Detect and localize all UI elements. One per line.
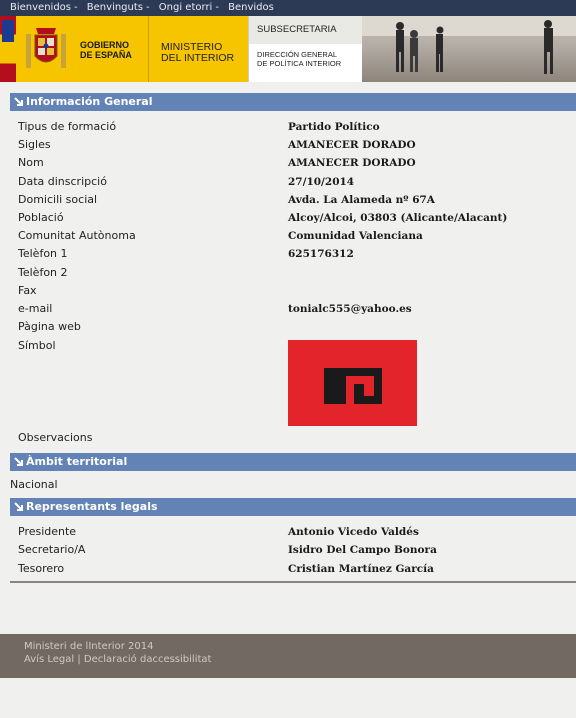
field-label: Telèfon 2 <box>18 266 68 279</box>
field-label: Tipus de formació <box>18 120 117 133</box>
direccion-line: DIRECCIÓN GENERAL <box>257 50 338 59</box>
nav-separator: - <box>146 2 150 13</box>
info-row-nom: Nom AMANECER DORADO <box>18 154 558 172</box>
rep-row-secretario: Secretario/A Isidro Del Campo Bonora <box>18 541 558 559</box>
section-title: Información General <box>26 95 153 108</box>
rep-row-presidente: Presidente Antonio Vicedo Valdés <box>18 523 558 541</box>
section-title: Àmbit territorial <box>26 455 128 468</box>
info-row-fax: Fax <box>18 282 558 300</box>
gobierno-line: DE ESPAÑA <box>80 50 132 60</box>
footer-separator: | <box>77 654 81 665</box>
field-label: Pàgina web <box>18 320 81 333</box>
info-row-telefon1: Telèfon 1 625176312 <box>18 245 558 263</box>
lang-link-castellano[interactable]: Bienvenidos <box>10 2 71 13</box>
rep-row-tesorero: Tesorero Cristian Martínez García <box>18 560 558 578</box>
section-header-representants: Representants legals <box>10 498 576 516</box>
email-link[interactable]: tonialc555@yahoo.es <box>288 300 412 318</box>
info-row-data: Data dinscripció 27/10/2014 <box>18 173 558 191</box>
lang-link-euskara[interactable]: Ongi etorri <box>159 2 213 13</box>
field-label: Presidente <box>18 525 77 538</box>
field-label: Nom <box>18 156 44 169</box>
field-value: 625176312 <box>288 248 354 260</box>
meander-symbol-icon <box>324 368 382 404</box>
field-label: Comunitat Autònoma <box>18 229 136 242</box>
ministerio-line: DEL INTERIOR <box>161 52 235 64</box>
field-value: Comunidad Valenciana <box>288 230 423 242</box>
footer: Ministeri de lInterior 2014 Avís Legal |… <box>0 634 576 678</box>
footer-links: Avís Legal | Declaració daccessibilitat <box>24 653 576 666</box>
ministerio-logo[interactable]: MINISTERIO DEL INTERIOR <box>148 16 248 82</box>
field-label: Secretario/A <box>18 543 86 556</box>
info-row-domicili: Domicili social Avda. La Alameda nº 67A <box>18 191 558 209</box>
arrow-down-right-icon <box>14 502 23 511</box>
subsecretaria-block: SUBSECRETARIA DIRECCIÓN GENERAL DE POLÍT… <box>248 16 363 82</box>
nav-separator: - <box>74 2 78 13</box>
lang-link-catala[interactable]: Benvinguts <box>87 2 143 13</box>
field-value: AMANECER DORADO <box>288 139 416 151</box>
field-value: Partido Político <box>288 121 380 133</box>
nav-separator: - <box>215 2 219 13</box>
subsecretaria-label: SUBSECRETARIA <box>249 16 363 44</box>
info-row-poblacio: Població Alcoy/Alcoi, 03803 (Alicante/Ala… <box>18 209 558 227</box>
field-label: Data dinscripció <box>18 175 107 188</box>
section-title: Representants legals <box>26 500 158 513</box>
field-label: e-mail <box>18 302 53 315</box>
section-header-info-general: Información General <box>10 93 576 111</box>
header-banner: GOBIERNO DE ESPAÑA MINISTERIO DEL INTERI… <box>0 16 576 82</box>
field-label: Tesorero <box>18 562 65 575</box>
field-value: 27/10/2014 <box>288 176 355 188</box>
info-row-email: e-mail tonialc555@yahoo.es <box>18 300 558 318</box>
info-row-observacions: Observacions <box>18 429 558 447</box>
accessibility-statement-link[interactable]: Declaració daccessibilitat <box>84 654 212 665</box>
spain-flag-strip <box>0 16 16 82</box>
field-value: Antonio Vicedo Valdés <box>288 526 419 538</box>
party-symbol-image <box>288 340 417 426</box>
field-label: Domicili social <box>18 193 98 206</box>
eu-flag-icon <box>2 20 14 42</box>
field-label: Observacions <box>18 431 93 444</box>
field-value: Cristian Martínez García <box>288 563 434 575</box>
police-figures-image <box>362 16 576 74</box>
field-value: Avda. La Alameda nº 67A <box>288 194 435 206</box>
direccion-general-label: DIRECCIÓN GENERAL DE POLÍTICA INTERIOR <box>257 50 341 68</box>
field-label: Telèfon 1 <box>18 247 68 260</box>
info-row-comunitat: Comunitat Autònoma Comunidad Valenciana <box>18 227 558 245</box>
gobierno-logo[interactable]: GOBIERNO DE ESPAÑA <box>16 16 148 82</box>
footer-copyright: Ministeri de lInterior 2014 <box>24 641 154 652</box>
ambit-value: Nacional <box>10 478 58 491</box>
arrow-down-right-icon <box>14 457 23 466</box>
info-row-telefon2: Telèfon 2 <box>18 264 558 282</box>
field-value: Alcoy/Alcoi, 03803 (Alicante/Alacant) <box>288 212 508 224</box>
info-row-sigles: Sigles AMANECER DORADO <box>18 136 558 154</box>
field-value: AMANECER DORADO <box>288 157 416 169</box>
section-header-ambit: Àmbit territorial <box>10 453 576 471</box>
legal-notice-link[interactable]: Avís Legal <box>24 654 74 665</box>
info-row-tipus: Tipus de formació Partido Político <box>18 118 558 136</box>
arrow-down-right-icon <box>14 97 23 106</box>
field-label: Població <box>18 211 64 224</box>
coat-of-arms-icon <box>26 28 66 68</box>
lang-link-galego[interactable]: Benvidos <box>228 2 274 13</box>
gobierno-line: GOBIERNO <box>80 40 130 50</box>
field-label: Fax <box>18 284 37 297</box>
ministerio-text: MINISTERIO DEL INTERIOR <box>161 42 234 64</box>
ambit-row: Nacional <box>10 476 550 494</box>
gobierno-text: GOBIERNO DE ESPAÑA <box>80 40 132 60</box>
info-row-web: Pàgina web <box>18 318 558 336</box>
field-label: Símbol <box>18 339 56 352</box>
language-nav: Bienvenidos - Benvinguts - Ongi etorri - Be… <box>0 0 576 16</box>
field-value: Isidro Del Campo Bonora <box>288 544 437 556</box>
header-photo <box>362 16 576 82</box>
direccion-line: DE POLÍTICA INTERIOR <box>257 59 342 68</box>
content-divider <box>10 581 576 583</box>
field-label: Sigles <box>18 138 51 151</box>
